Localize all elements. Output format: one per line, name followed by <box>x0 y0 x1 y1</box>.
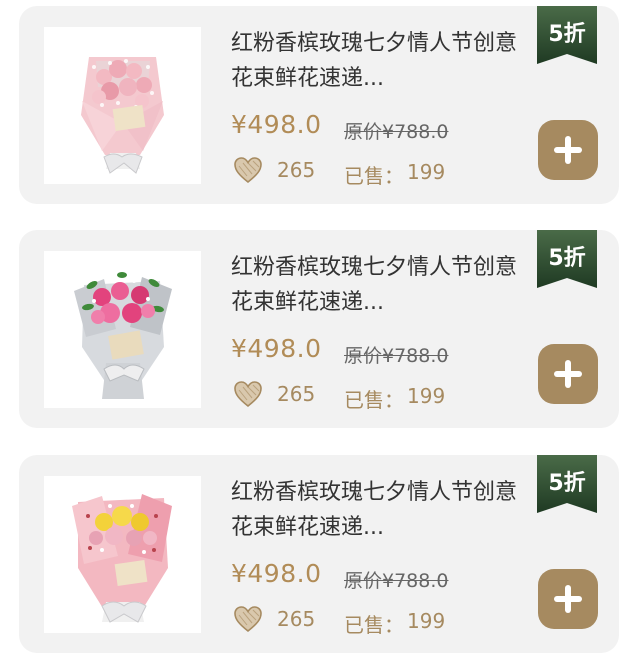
add-to-cart-button[interactable] <box>538 344 598 404</box>
product-title[interactable]: 红粉香槟玫瑰七夕情人节创意花束鲜花速递... <box>231 475 531 545</box>
product-title[interactable]: 红粉香槟玫瑰七夕情人节创意花束鲜花速递... <box>231 250 531 320</box>
product-price: ¥498.0 <box>231 334 322 363</box>
product-original-price: 原价¥788.0 <box>344 570 449 592</box>
sold-label: 已售： <box>344 388 404 412</box>
like-count: 265 <box>277 382 316 406</box>
product-card[interactable]: 红粉香槟玫瑰七夕情人节创意花束鲜花速递... ¥498.0 原价¥788.0 2… <box>19 6 619 204</box>
discount-label: 5折 <box>548 471 586 496</box>
product-image-yellow-bouquet[interactable] <box>44 476 201 633</box>
discount-badge: 5折 <box>537 455 597 513</box>
like-count: 265 <box>277 158 316 182</box>
product-image-pink-bouquet[interactable] <box>44 27 201 184</box>
add-to-cart-button[interactable] <box>538 120 598 180</box>
discount-badge: 5折 <box>537 230 597 288</box>
product-original-price: 原价¥788.0 <box>344 121 449 143</box>
sold-count: 199 <box>407 160 446 184</box>
heart-icon[interactable] <box>233 156 263 184</box>
like-count: 265 <box>277 607 316 631</box>
discount-badge: 5折 <box>537 6 597 64</box>
product-list: 红粉香槟玫瑰七夕情人节创意花束鲜花速递... ¥498.0 原价¥788.0 2… <box>0 0 640 653</box>
add-to-cart-button[interactable] <box>538 569 598 629</box>
sold-label: 已售： <box>344 613 404 637</box>
product-title[interactable]: 红粉香槟玫瑰七夕情人节创意花束鲜花速递... <box>231 26 531 96</box>
discount-label: 5折 <box>548 246 586 271</box>
sold-label: 已售： <box>344 164 404 188</box>
product-price: ¥498.0 <box>231 559 322 588</box>
discount-label: 5折 <box>548 22 586 47</box>
heart-icon[interactable] <box>233 380 263 408</box>
sold-count: 199 <box>407 609 446 633</box>
product-card[interactable]: 红粉香槟玫瑰七夕情人节创意花束鲜花速递... ¥498.0 原价¥788.0 2… <box>19 230 619 428</box>
product-original-price: 原价¥788.0 <box>344 345 449 367</box>
product-card[interactable]: 红粉香槟玫瑰七夕情人节创意花束鲜花速递... ¥498.0 原价¥788.0 2… <box>19 455 619 653</box>
heart-icon[interactable] <box>233 605 263 633</box>
product-price: ¥498.0 <box>231 110 322 139</box>
product-image-hot-pink-bouquet[interactable] <box>44 251 201 408</box>
sold-count: 199 <box>407 384 446 408</box>
